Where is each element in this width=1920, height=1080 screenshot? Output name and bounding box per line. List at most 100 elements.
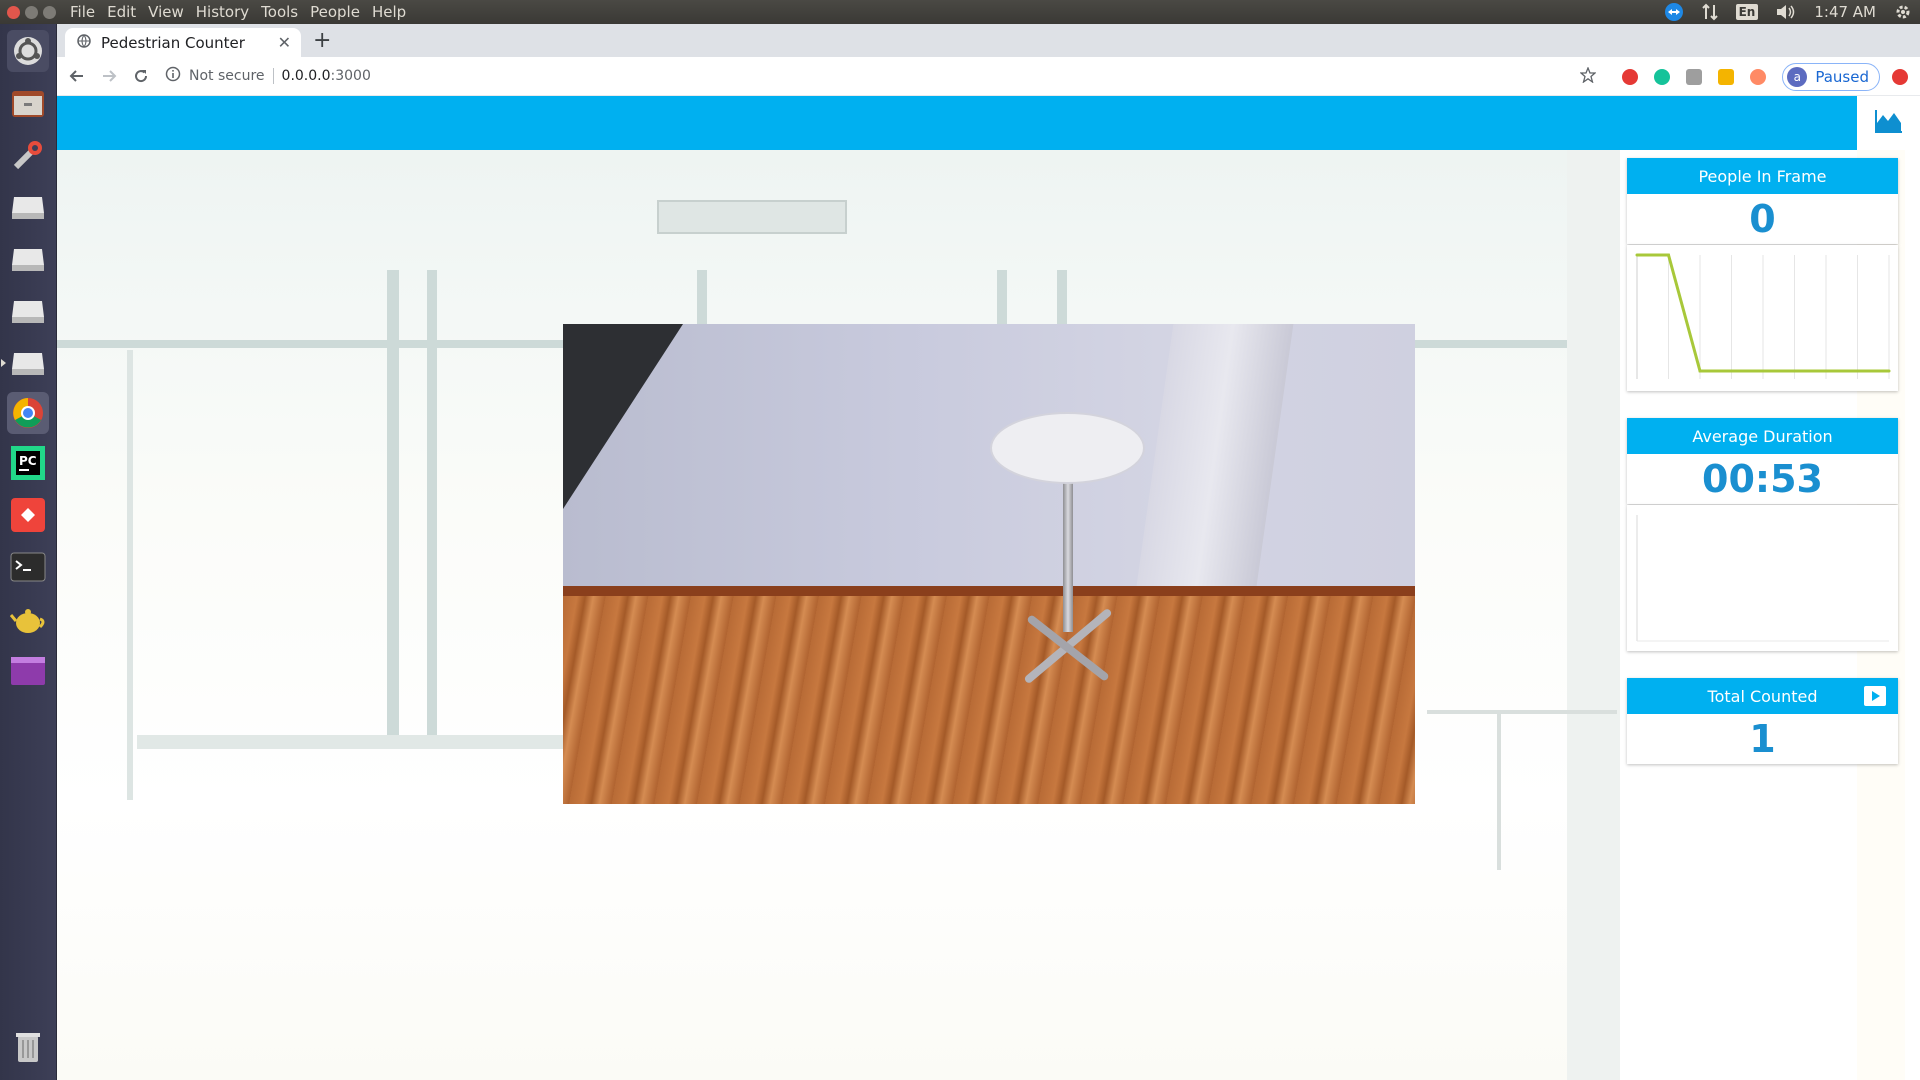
people-data-point bbox=[1667, 253, 1670, 257]
people-data-point bbox=[1730, 369, 1733, 373]
people-in-frame-label: People In Frame bbox=[1627, 158, 1898, 194]
new-tab-icon[interactable]: + bbox=[313, 28, 331, 53]
menu-view[interactable]: View bbox=[148, 3, 184, 21]
browser-toolbar: Not secure 0.0.0.0:3000 a Paused bbox=[57, 57, 1920, 96]
menu-help[interactable]: Help bbox=[372, 3, 406, 21]
teamviewer-icon[interactable] bbox=[1664, 2, 1684, 22]
svg-text:PC: PC bbox=[19, 454, 37, 468]
forward-arrow-icon[interactable] bbox=[97, 64, 121, 88]
profile-button[interactable]: a Paused bbox=[1782, 62, 1880, 91]
menu-edit[interactable]: Edit bbox=[107, 3, 136, 21]
notes-extension-icon[interactable] bbox=[1718, 68, 1735, 85]
people-data-point bbox=[1887, 369, 1891, 373]
header-chart-button[interactable] bbox=[1857, 96, 1920, 150]
window-frame bbox=[997, 270, 1007, 330]
window-maximize-button[interactable] bbox=[43, 5, 56, 19]
menu-history[interactable]: History bbox=[196, 3, 249, 21]
window-sill bbox=[137, 735, 607, 749]
ceiling-vent bbox=[657, 200, 847, 234]
teapot-icon[interactable] bbox=[7, 598, 49, 640]
people-in-frame-value: 0 bbox=[1749, 197, 1776, 241]
grammarly-extension-icon[interactable] bbox=[1654, 68, 1671, 85]
extensions-area: a Paused bbox=[1579, 57, 1920, 96]
area-chart-icon[interactable] bbox=[1874, 109, 1903, 137]
stats-sidebar: People In Frame 0 Average Duration 00:53… bbox=[1620, 150, 1898, 1080]
ubuntu-dash-icon[interactable] bbox=[7, 30, 49, 72]
profile-status: Paused bbox=[1815, 67, 1869, 86]
update-icon[interactable] bbox=[1892, 68, 1908, 85]
people-line-chart bbox=[1635, 253, 1891, 379]
total-counted-value: 1 bbox=[1749, 717, 1776, 761]
back-arrow-icon[interactable] bbox=[65, 64, 89, 88]
people-data-point bbox=[1824, 369, 1828, 373]
tab-pedestrian-counter[interactable]: Pedestrian Counter ✕ bbox=[65, 28, 301, 57]
globe-icon bbox=[77, 33, 91, 52]
screen-extension-icon[interactable] bbox=[1686, 68, 1703, 85]
drive-icon[interactable] bbox=[7, 238, 49, 280]
people-data-point bbox=[1856, 369, 1859, 373]
browser-window: Pedestrian Counter ✕ + Not secure 0.0.0.… bbox=[57, 24, 1920, 1080]
clock[interactable]: 1:47 AM bbox=[1814, 3, 1876, 21]
wall-column bbox=[1567, 150, 1620, 1080]
railing bbox=[1427, 710, 1617, 714]
total-counted-card: Total Counted 1 bbox=[1627, 678, 1898, 764]
settings-tool-icon[interactable] bbox=[7, 134, 49, 176]
menu-file[interactable]: File bbox=[70, 3, 95, 21]
volume-icon[interactable] bbox=[1776, 4, 1796, 20]
people-data-point bbox=[1698, 369, 1702, 373]
os-top-panel: File Edit View History Tools People Help… bbox=[0, 0, 1920, 24]
files-icon[interactable] bbox=[7, 82, 49, 124]
total-counted-label: Total Counted bbox=[1707, 686, 1818, 706]
railing-post bbox=[1497, 710, 1501, 870]
opera-extension-icon[interactable] bbox=[1622, 68, 1639, 85]
url-host[interactable]: 0.0.0.0 bbox=[282, 68, 331, 84]
app-header-bar bbox=[57, 96, 1857, 150]
drive-icon[interactable] bbox=[7, 290, 49, 332]
page-scrollbar[interactable] bbox=[1905, 150, 1920, 1080]
people-data-point bbox=[1635, 253, 1639, 257]
keyboard-layout-indicator[interactable]: En bbox=[1735, 4, 1759, 20]
menu-people[interactable]: People bbox=[310, 3, 360, 21]
window-minimize-button[interactable] bbox=[25, 5, 38, 19]
window-controls bbox=[7, 5, 56, 19]
camera-feed bbox=[563, 324, 1415, 804]
pycharm-icon[interactable]: PC bbox=[7, 442, 49, 484]
duration-chart-card bbox=[1627, 505, 1898, 651]
url-port[interactable]: :3000 bbox=[331, 68, 371, 84]
address-bar[interactable]: Not secure 0.0.0.0:3000 bbox=[165, 61, 371, 91]
tab-close-icon[interactable]: ✕ bbox=[278, 33, 291, 52]
info-icon[interactable] bbox=[165, 66, 181, 86]
drive-icon[interactable] bbox=[7, 186, 49, 228]
average-duration-label: Average Duration bbox=[1627, 418, 1898, 454]
reload-icon[interactable] bbox=[129, 64, 153, 88]
average-duration-card: Average Duration 00:53 bbox=[1627, 418, 1898, 504]
bookmark-star-icon[interactable] bbox=[1579, 65, 1598, 87]
anydesk-icon[interactable] bbox=[7, 494, 49, 536]
play-icon[interactable] bbox=[1864, 686, 1886, 706]
window-app-icon[interactable] bbox=[7, 650, 49, 692]
window-close-button[interactable] bbox=[7, 5, 20, 19]
avatar: a bbox=[1787, 66, 1808, 87]
page-viewport: People In Frame 0 Average Duration 00:53… bbox=[57, 96, 1920, 1080]
network-arrows-icon[interactable] bbox=[1701, 3, 1718, 21]
menu-tools[interactable]: Tools bbox=[261, 3, 298, 21]
people-data-point bbox=[1793, 369, 1796, 373]
terminal-icon[interactable] bbox=[7, 546, 49, 588]
tab-title: Pedestrian Counter bbox=[101, 33, 245, 52]
tab-strip: Pedestrian Counter ✕ + bbox=[57, 24, 1920, 57]
people-in-frame-card: People In Frame 0 bbox=[1627, 158, 1898, 244]
security-label[interactable]: Not secure bbox=[189, 68, 265, 84]
rss-extension-icon[interactable] bbox=[1750, 68, 1767, 85]
people-chart-card bbox=[1627, 245, 1898, 391]
window-frame bbox=[127, 350, 133, 800]
duration-chart bbox=[1636, 515, 1889, 642]
window-frame bbox=[1057, 270, 1067, 330]
app-launcher: PC bbox=[0, 24, 57, 1080]
trash-icon[interactable] bbox=[7, 1026, 49, 1068]
system-gear-icon[interactable] bbox=[1894, 3, 1912, 21]
chrome-icon[interactable] bbox=[7, 392, 49, 434]
window-frame bbox=[387, 270, 399, 740]
people-data-point bbox=[1761, 369, 1765, 373]
drive-icon[interactable] bbox=[1, 342, 49, 384]
window-frame bbox=[427, 270, 437, 740]
